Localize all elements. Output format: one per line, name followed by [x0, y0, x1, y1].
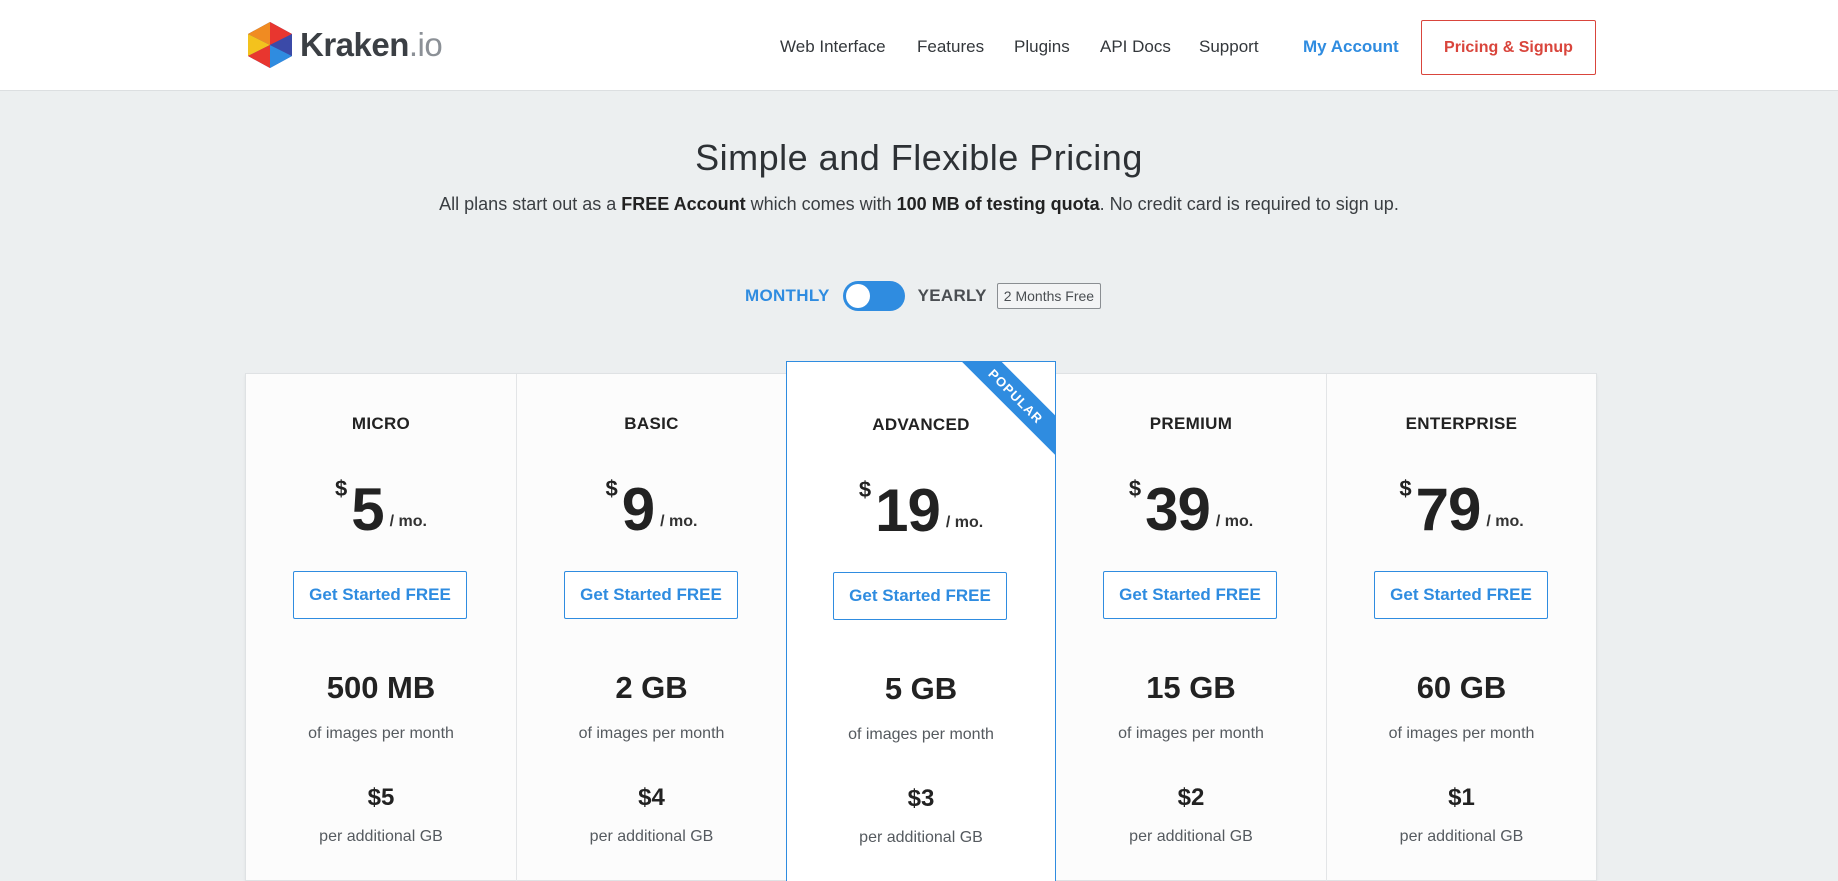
- plan-extra-label: per additional GB: [319, 828, 443, 845]
- plan-quota-label: of images per month: [1118, 725, 1264, 742]
- billing-toggle: MONTHLY YEARLY 2 Months Free: [745, 280, 1102, 312]
- plan-card-enterprise: ENTERPRISE $ 79 / mo. Get Started FREE 6…: [1326, 374, 1596, 881]
- price-unit: / mo.: [1215, 513, 1254, 530]
- yearly-discount-badge: 2 Months Free: [996, 283, 1102, 309]
- subtitle-text-2: which comes with: [745, 194, 897, 214]
- nav-api-docs[interactable]: API Docs: [1100, 37, 1171, 57]
- plan-quota-label: of images per month: [578, 725, 725, 742]
- nav-my-account[interactable]: My Account: [1303, 37, 1399, 57]
- price-currency: $: [335, 476, 348, 501]
- plan-extra-label: per additional GB: [589, 828, 714, 845]
- get-started-button[interactable]: Get Started FREE: [564, 571, 738, 619]
- plan-card-micro: MICRO $ 5 / mo. Get Started FREE 500 MB …: [246, 374, 516, 881]
- plan-price: $ 5 / mo.: [246, 472, 516, 542]
- plan-price: $ 79 / mo.: [1327, 472, 1596, 542]
- price-currency: $: [1128, 476, 1142, 501]
- plan-name: MICRO: [351, 414, 411, 433]
- plan-price: $ 19 / mo.: [787, 473, 1055, 543]
- plan-price: $ 9 / mo.: [517, 472, 786, 542]
- switch-knob: [845, 284, 870, 308]
- pricing-signup-button[interactable]: Pricing & Signup: [1421, 20, 1596, 75]
- price-unit: / mo.: [389, 513, 427, 530]
- logo-tld: .io: [408, 26, 443, 63]
- plan-quota: 60 GB: [1416, 670, 1507, 705]
- get-started-button[interactable]: Get Started FREE: [1374, 571, 1548, 619]
- price-currency: $: [858, 477, 872, 502]
- subtitle-text-1: All plans start out as a: [439, 194, 622, 214]
- plan-quota-label: of images per month: [308, 725, 454, 742]
- subtitle-testing-quota: 100 MB of testing quota: [896, 194, 1100, 214]
- nav-web-interface[interactable]: Web Interface: [780, 37, 886, 57]
- plan-name: ADVANCED: [872, 415, 970, 434]
- plan-card-advanced: POPULAR ADVANCED $ 19 / mo. Get Started …: [786, 361, 1056, 881]
- price-amount: 9: [621, 476, 655, 543]
- page-title: Simple and Flexible Pricing: [695, 137, 1143, 178]
- plan-extra-label: per additional GB: [1399, 828, 1524, 845]
- subtitle-text-3: . No credit card is required to sign up.: [1099, 194, 1399, 214]
- page-subtitle: All plans start out as a FREE Account wh…: [0, 194, 1838, 215]
- price-amount: 79: [1415, 476, 1482, 543]
- logo-name: Kraken: [300, 26, 409, 63]
- price-amount: 5: [351, 476, 384, 543]
- plan-card-premium: PREMIUM $ 39 / mo. Get Started FREE 15 G…: [1056, 374, 1326, 881]
- price-unit: / mo.: [660, 513, 698, 530]
- price-unit: / mo.: [945, 514, 984, 531]
- get-started-button[interactable]: Get Started FREE: [293, 571, 467, 619]
- plan-extra-label: per additional GB: [859, 829, 983, 846]
- logo[interactable]: Kraken.io: [244, 20, 443, 70]
- plan-extra-price: $3: [907, 785, 935, 812]
- plan-name: PREMIUM: [1149, 414, 1233, 433]
- plan-quota-label: of images per month: [1388, 725, 1535, 742]
- logo-wordmark: Kraken.io: [300, 26, 443, 64]
- kraken-logo-icon: [248, 22, 292, 68]
- price-currency: $: [1399, 476, 1412, 501]
- plan-name: BASIC: [624, 414, 679, 433]
- plan-quota: 5 GB: [884, 671, 958, 706]
- get-started-button[interactable]: Get Started FREE: [833, 572, 1007, 620]
- plan-card-basic: BASIC $ 9 / mo. Get Started FREE 2 GB of…: [516, 374, 786, 881]
- plan-extra-price: $2: [1177, 784, 1205, 811]
- subtitle-free-account: FREE Account: [621, 194, 746, 214]
- plan-extra-price: $4: [638, 784, 665, 811]
- plan-extra-price: $5: [367, 784, 395, 811]
- price-amount: 39: [1145, 476, 1211, 543]
- plan-price: $ 39 / mo.: [1056, 472, 1326, 542]
- price-amount: 19: [875, 477, 941, 544]
- billing-period-switch[interactable]: [842, 281, 905, 311]
- get-started-button[interactable]: Get Started FREE: [1103, 571, 1277, 619]
- plan-quota-label: of images per month: [848, 726, 994, 743]
- pricing-plans: MICRO $ 5 / mo. Get Started FREE 500 MB …: [245, 361, 1597, 881]
- plan-quota: 15 GB: [1146, 670, 1236, 705]
- nav-plugins[interactable]: Plugins: [1014, 37, 1070, 57]
- nav-features[interactable]: Features: [917, 37, 984, 57]
- plan-name: ENTERPRISE: [1405, 414, 1518, 433]
- plan-quota: 2 GB: [615, 670, 688, 705]
- price-currency: $: [605, 476, 618, 501]
- nav-support[interactable]: Support: [1199, 37, 1259, 57]
- billing-yearly-label[interactable]: YEARLY: [918, 286, 987, 306]
- popular-ribbon: POPULAR: [953, 362, 1055, 459]
- plan-extra-price: $1: [1448, 784, 1475, 811]
- site-header: Kraken.io Web Interface Features Plugins…: [0, 0, 1838, 91]
- plan-quota: 500 MB: [326, 670, 436, 705]
- plan-extra-label: per additional GB: [1129, 828, 1253, 845]
- price-unit: / mo.: [1486, 513, 1524, 530]
- billing-monthly-label[interactable]: MONTHLY: [745, 286, 830, 306]
